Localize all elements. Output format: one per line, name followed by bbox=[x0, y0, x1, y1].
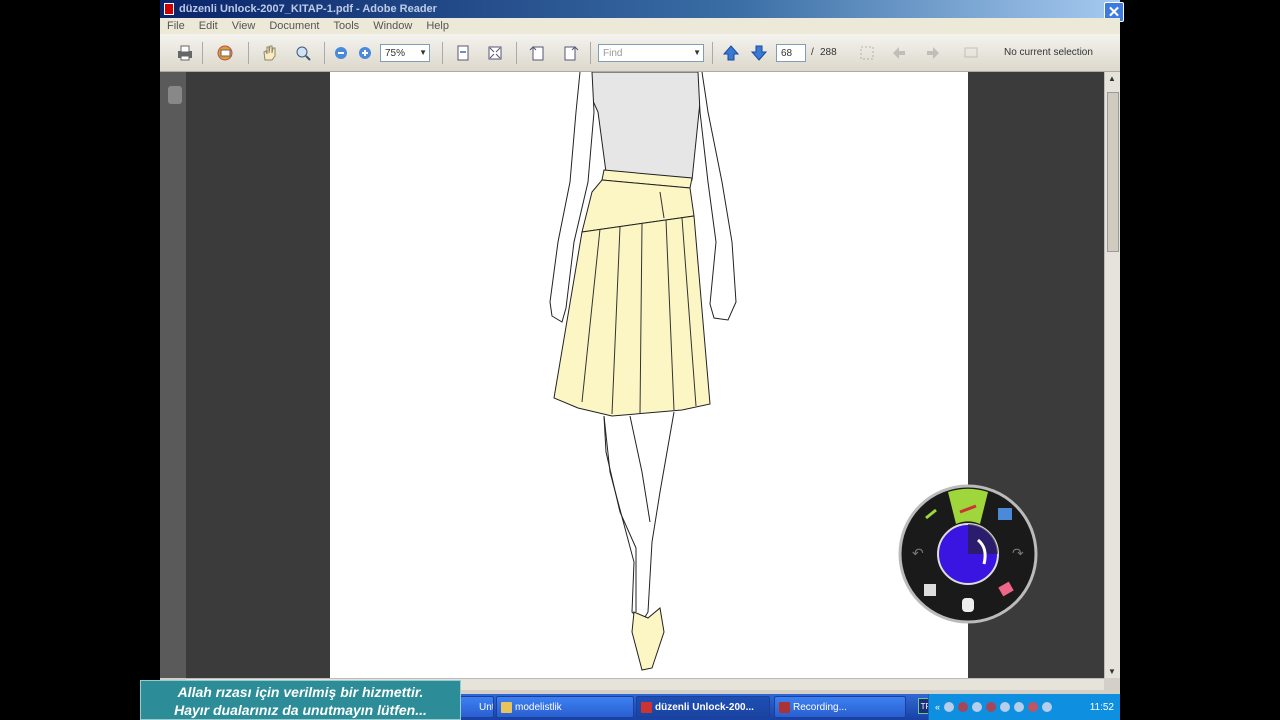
shoe bbox=[631, 607, 665, 671]
folder-icon bbox=[501, 702, 512, 713]
adobe-reader-window: düzenli Unlock-2007_KITAP-1.pdf - Adobe … bbox=[160, 0, 1124, 720]
chevron-down-icon[interactable]: ▼ bbox=[693, 48, 701, 57]
fashion-sketch-figure bbox=[549, 72, 737, 671]
chevron-down-icon[interactable]: ▼ bbox=[419, 48, 427, 57]
caption-line-1: Allah rızası için verilmiş bir hizmettir… bbox=[177, 684, 424, 700]
page-number-input[interactable]: 68 bbox=[776, 44, 806, 62]
tray-icon[interactable] bbox=[1028, 702, 1039, 712]
back-icon[interactable] bbox=[888, 42, 910, 64]
system-tray: « 11:52 bbox=[928, 694, 1120, 720]
taskbar-item[interactable]: Recording... bbox=[774, 696, 906, 718]
toolbar-separator bbox=[516, 42, 517, 64]
pdf-icon bbox=[641, 702, 652, 713]
page-current: 68 bbox=[781, 47, 793, 59]
title-bar[interactable]: düzenli Unlock-2007_KITAP-1.pdf - Adobe … bbox=[160, 0, 1120, 18]
taskbar-item[interactable]: Unt... bbox=[460, 696, 494, 718]
zoom-out-icon[interactable] bbox=[330, 42, 352, 64]
caption-overlay: Allah rızası için verilmiş bir hizmettir… bbox=[140, 680, 461, 720]
toolbar-separator bbox=[324, 42, 325, 64]
undo-icon: ↶ bbox=[912, 546, 924, 562]
tray-icon[interactable] bbox=[986, 702, 997, 712]
volume-icon[interactable] bbox=[1042, 702, 1053, 712]
zoom-value: 75% bbox=[385, 47, 406, 59]
page-separator: / bbox=[811, 47, 814, 58]
comment-icon[interactable] bbox=[960, 42, 982, 64]
legs bbox=[603, 411, 675, 623]
tray-icon[interactable] bbox=[1000, 702, 1011, 712]
caption-line-2: Hayır dualarınız da unutmayın lütfen... bbox=[174, 702, 427, 718]
taskbar-item-label: düzenli Unlock-200... bbox=[655, 701, 754, 713]
forward-icon[interactable] bbox=[922, 42, 944, 64]
menu-tools[interactable]: Tools bbox=[327, 20, 367, 32]
zoom-in-icon[interactable] bbox=[354, 42, 376, 64]
clock[interactable]: 11:52 bbox=[1090, 702, 1114, 713]
document-area: ↶ ↷ bbox=[186, 72, 1104, 678]
taskbar: Unt... modelistlik düzenli Unlock-200...… bbox=[460, 694, 1120, 720]
rotate-right-icon[interactable] bbox=[560, 42, 582, 64]
scrollbar-thumb[interactable] bbox=[1107, 92, 1119, 252]
tray-icon[interactable] bbox=[972, 702, 983, 712]
pdf-page bbox=[330, 72, 968, 678]
menu-file[interactable]: File bbox=[160, 20, 192, 32]
find-placeholder: Find bbox=[603, 47, 623, 59]
find-input[interactable]: Find ▼ bbox=[598, 44, 704, 62]
zoom-tool-icon[interactable] bbox=[292, 42, 314, 64]
redo-icon: ↷ bbox=[1012, 546, 1024, 562]
navigation-pane bbox=[160, 72, 186, 678]
tray-icon[interactable] bbox=[944, 702, 955, 712]
fashion-top bbox=[579, 72, 703, 181]
collaborate-icon[interactable] bbox=[214, 42, 236, 64]
menu-edit[interactable]: Edit bbox=[192, 20, 225, 32]
rotate-left-icon[interactable] bbox=[526, 42, 548, 64]
save-icon bbox=[924, 584, 936, 596]
scroll-up-icon[interactable]: ▲ bbox=[1108, 74, 1116, 83]
desktop: düzenli Unlock-2007_KITAP-1.pdf - Adobe … bbox=[0, 0, 1280, 720]
selection-status: No current selection bbox=[1004, 47, 1093, 58]
pdf-app-icon bbox=[164, 3, 174, 15]
skirt-body bbox=[553, 215, 711, 417]
mouse-icon bbox=[962, 598, 974, 612]
taskbar-item-active[interactable]: düzenli Unlock-200... bbox=[636, 696, 770, 718]
toolbar-separator bbox=[442, 42, 443, 64]
next-page-icon[interactable] bbox=[748, 42, 770, 64]
right-arm bbox=[697, 72, 737, 321]
previous-page-icon[interactable] bbox=[720, 42, 742, 64]
menu-view[interactable]: View bbox=[225, 20, 263, 32]
menu-window[interactable]: Window bbox=[366, 20, 419, 32]
menu-document[interactable]: Document bbox=[262, 20, 326, 32]
taskbar-item-label: Recording... bbox=[793, 701, 847, 713]
vertical-scrollbar[interactable]: ▲ ▼ bbox=[1104, 72, 1120, 678]
full-screen-icon[interactable] bbox=[484, 42, 506, 64]
select-tool-icon[interactable] bbox=[856, 42, 878, 64]
fit-page-icon[interactable] bbox=[452, 42, 474, 64]
window-title: düzenli Unlock-2007_KITAP-1.pdf - Adobe … bbox=[179, 3, 437, 15]
recording-icon bbox=[779, 702, 790, 713]
toolbar: 75% ▼ Find ▼ 68 / 288 No current selecti… bbox=[160, 34, 1120, 72]
pen-tool-wheel[interactable]: ↶ ↷ bbox=[898, 484, 1038, 624]
hand-tool-icon[interactable] bbox=[258, 42, 280, 64]
menu-bar: File Edit View Document Tools Window Hel… bbox=[160, 18, 1120, 34]
toolbar-separator bbox=[248, 42, 249, 64]
taskbar-item-label: modelistlik bbox=[515, 701, 562, 713]
tray-expand-icon[interactable]: « bbox=[935, 702, 940, 712]
page-total: 288 bbox=[820, 47, 837, 58]
toolbar-separator bbox=[202, 42, 203, 64]
leg-outline-left bbox=[603, 415, 637, 612]
tray-icon[interactable] bbox=[958, 702, 969, 712]
zoom-field[interactable]: 75% ▼ bbox=[380, 44, 430, 62]
taskbar-item[interactable]: modelistlik bbox=[496, 696, 634, 718]
menu-help[interactable]: Help bbox=[419, 20, 456, 32]
screen-capture-icon bbox=[998, 508, 1012, 520]
print-icon[interactable] bbox=[174, 42, 196, 64]
pages-panel-icon[interactable] bbox=[168, 86, 182, 104]
tray-icon[interactable] bbox=[1014, 702, 1025, 712]
taskbar-item-label: Unt... bbox=[479, 701, 494, 713]
toolbar-separator bbox=[712, 42, 713, 64]
toolbar-separator bbox=[590, 42, 591, 64]
scroll-down-icon[interactable]: ▼ bbox=[1108, 667, 1116, 676]
